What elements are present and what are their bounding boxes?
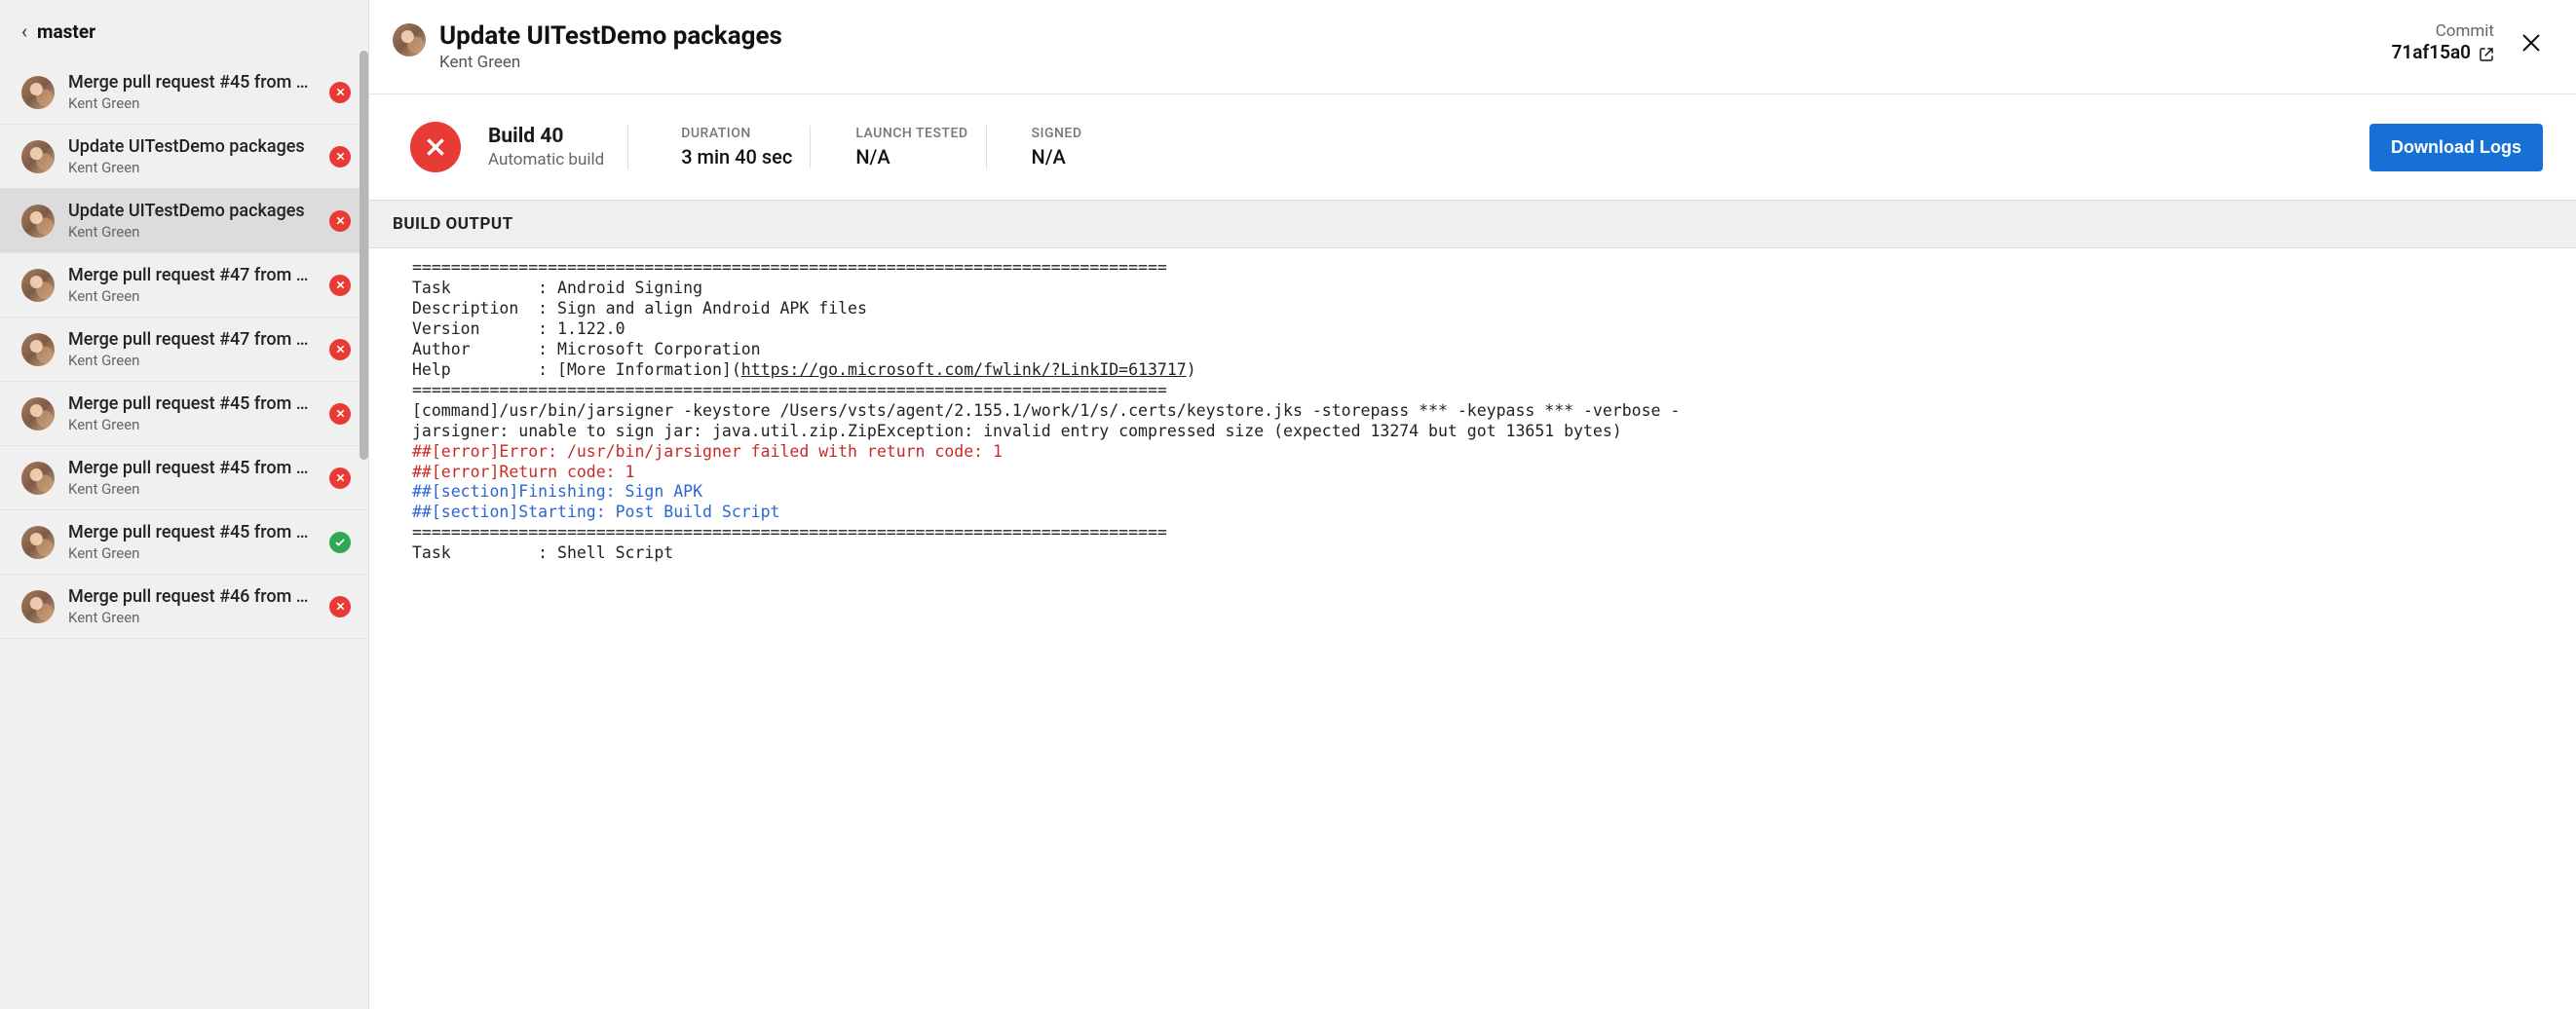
avatar — [393, 23, 426, 56]
build-name: Build 40 — [488, 125, 604, 148]
build-log[interactable]: ========================================… — [369, 248, 2576, 1009]
download-logs-button[interactable]: Download Logs — [2369, 124, 2543, 171]
commit-hash[interactable]: 71af15a0 — [2392, 41, 2494, 63]
avatar — [21, 140, 55, 173]
avatar — [21, 269, 55, 302]
status-fail-icon — [329, 596, 351, 617]
commit-author: Kent Green — [68, 223, 316, 241]
help-link[interactable]: https://go.microsoft.com/fwlink/?LinkID=… — [741, 360, 1187, 379]
close-button[interactable] — [2519, 21, 2543, 61]
commit-title: Merge pull request #45 from Kin… — [68, 393, 316, 414]
commit-title: Update UITestDemo packages — [68, 136, 316, 157]
avatar — [21, 397, 55, 430]
duration-label: DURATION — [681, 126, 792, 141]
duration-value: 3 min 40 sec — [681, 145, 792, 168]
status-fail-icon — [329, 146, 351, 168]
commit-author: Kent Green — [68, 416, 316, 433]
chevron-left-icon: ‹ — [21, 19, 27, 43]
commit-item[interactable]: Merge pull request #45 from Kin… Kent Gre… — [0, 446, 368, 510]
commit-item[interactable]: Update UITestDemo packages Kent Green — [0, 189, 368, 253]
commit-item[interactable]: Merge pull request #46 from Kin… Kent Gre… — [0, 575, 368, 639]
build-output-header: BUILD OUTPUT — [369, 200, 2576, 248]
commit-list[interactable]: Merge pull request #45 from Kin…Kent Gre… — [0, 60, 368, 1009]
commit-item[interactable]: Update UITestDemo packages Kent Green — [0, 125, 368, 189]
branch-name: master — [37, 20, 95, 43]
status-fail-icon — [329, 275, 351, 296]
avatar — [21, 590, 55, 623]
detail-author: Kent Green — [439, 53, 2392, 72]
commit-item[interactable]: Merge pull request #47 from Kin… Kent Gre… — [0, 253, 368, 318]
detail-title: Update UITestDemo packages — [439, 21, 2392, 51]
commit-label: Commit — [2392, 21, 2494, 41]
main-panel: Update UITestDemo packages Kent Green Co… — [369, 0, 2576, 1009]
commit-author: Kent Green — [68, 352, 316, 369]
status-fail-icon — [329, 82, 351, 103]
build-status-icon — [410, 122, 461, 172]
commit-author: Kent Green — [68, 544, 316, 562]
commit-item[interactable]: Merge pull request #47 from Kin… Kent Gre… — [0, 318, 368, 382]
commit-title: Merge pull request #45 from Kin… — [68, 458, 316, 478]
status-fail-icon — [329, 210, 351, 232]
commit-title: Merge pull request #47 from Kin… — [68, 329, 316, 350]
commit-author: Kent Green — [68, 609, 316, 626]
launch-tested-label: LAUNCH TESTED — [855, 126, 967, 141]
avatar — [21, 462, 55, 495]
avatar — [21, 76, 55, 109]
commit-title: Merge pull request #45 from Kin… — [68, 72, 316, 93]
commit-item[interactable]: Merge pull request #45 from Kin… Kent Gre… — [0, 382, 368, 446]
commit-title: Merge pull request #47 from Kin… — [68, 265, 316, 285]
commit-author: Kent Green — [68, 480, 316, 498]
avatar — [21, 526, 55, 559]
status-success-icon — [329, 532, 351, 553]
commit-author: Kent Green — [68, 94, 316, 112]
commit-author: Kent Green — [68, 159, 316, 176]
commit-title: Update UITestDemo packages — [68, 201, 316, 221]
launch-tested-value: N/A — [855, 145, 967, 168]
summary-bar: Build 40 Automatic build DURATION 3 min … — [369, 94, 2576, 200]
sidebar: ‹ master Merge pull request #45 from Kin… — [0, 0, 369, 1009]
status-fail-icon — [329, 467, 351, 489]
external-link-icon — [2479, 45, 2494, 60]
detail-header: Update UITestDemo packages Kent Green Co… — [369, 0, 2576, 94]
status-fail-icon — [329, 403, 351, 425]
commit-title: Merge pull request #46 from Kin… — [68, 586, 316, 607]
commit-title: Merge pull request #45 from Kin… — [68, 522, 316, 542]
signed-value: N/A — [1032, 145, 1082, 168]
commit-box[interactable]: Commit 71af15a0 — [2392, 21, 2494, 63]
avatar — [21, 333, 55, 366]
sidebar-header[interactable]: ‹ master — [0, 0, 368, 60]
avatar — [21, 205, 55, 238]
scrollbar-thumb[interactable] — [360, 51, 368, 460]
commit-author: Kent Green — [68, 287, 316, 305]
build-mode: Automatic build — [488, 150, 604, 169]
signed-label: SIGNED — [1032, 126, 1082, 141]
commit-item[interactable]: Merge pull request #45 from Kin…Kent Gre… — [0, 60, 368, 125]
commit-item[interactable]: Merge pull request #45 from Kin… Kent Gre… — [0, 510, 368, 575]
status-fail-icon — [329, 339, 351, 360]
